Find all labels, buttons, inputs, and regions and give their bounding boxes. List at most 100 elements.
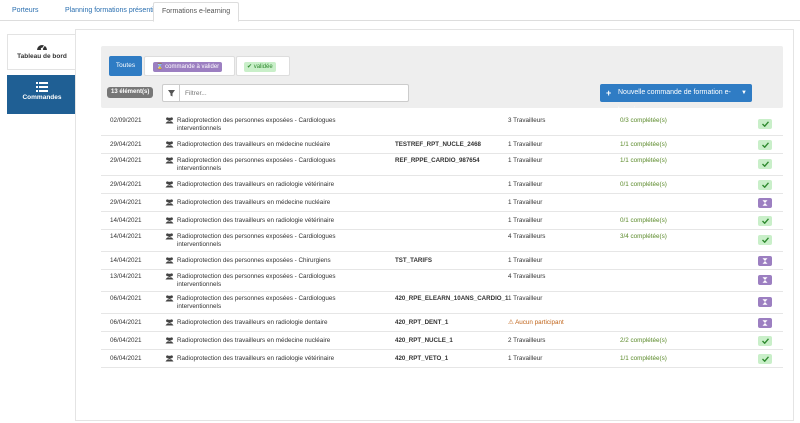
users-icon [165,233,174,242]
order-date: 14/04/2021 [110,257,142,264]
order-workers-label: 1 Travailleur [508,217,543,224]
order-workers-label: 3 Travailleurs [508,117,546,124]
orders-panel: Toutes ⌛ commande à valider ✔ validée 13… [75,29,794,421]
order-date: 14/04/2021 [110,233,142,240]
order-workers: 4 Travailleurs [508,273,545,280]
caret-down-icon[interactable]: ▼ [741,84,747,102]
check-icon: ✔ [247,64,253,70]
hourglass-icon [762,299,768,305]
table-row[interactable]: 02/09/2021 Radioprotection des personnes … [101,114,783,136]
users-icon [165,157,174,166]
order-reference: 420_RPT_DENT_1 [395,319,449,326]
table-row[interactable]: 29/04/2021 Radioprotection des travailleu… [101,176,783,194]
plus-icon: + [606,88,612,98]
search-field[interactable] [162,84,409,102]
table-row[interactable]: 29/04/2021 Radioprotection des travailleu… [101,136,783,154]
check-icon [761,182,769,188]
table-row[interactable]: 06/04/2021 Radioprotection des personnes … [101,292,783,314]
order-workers-label: 1 Travailleur [508,355,543,362]
status-pending-badge [758,275,772,285]
tab-formations-elearning[interactable]: Formations e-learning [153,2,240,22]
users-icon [165,319,174,328]
order-workers: 1 Travailleur [508,181,542,188]
order-title[interactable]: Radioprotection des travailleurs en radi… [177,181,362,189]
tab-porteurs[interactable]: Porteurs [4,2,46,21]
order-workers: 1 Travailleur [508,295,542,302]
order-progress: 3/4 complétée(s) [620,233,667,240]
order-workers: 4 Travailleurs [508,233,545,240]
table-row[interactable]: 14/04/2021 Radioprotection des personnes … [101,252,783,270]
order-title[interactable]: Radioprotection des personnes exposées -… [177,157,362,173]
sidebar-item-dashboard[interactable]: Tableau de bord [7,34,77,70]
hourglass-icon [762,320,768,326]
order-progress: 0/3 complétée(s) [620,117,667,124]
order-title[interactable]: Radioprotection des personnes exposées -… [177,295,362,311]
table-row[interactable]: 29/04/2021 Radioprotection des personnes … [101,154,783,176]
order-date: 29/04/2021 [110,157,142,164]
order-workers-label: 2 Travailleurs [508,337,546,344]
order-title[interactable]: Radioprotection des personnes exposées -… [177,117,362,133]
users-icon [165,217,174,226]
hourglass-icon [762,258,768,264]
table-row[interactable]: 13/04/2021 Radioprotection des personnes … [101,270,783,292]
order-progress: 0/1 complétée(s) [620,217,667,224]
top-tabs: Porteurs Planning formations présentiell… [0,0,800,22]
users-icon [165,337,174,346]
order-title[interactable]: Radioprotection des personnes exposées -… [177,233,362,249]
order-reference: 420_RPT_NUCLE_1 [395,337,453,344]
order-title[interactable]: Radioprotection des travailleurs en radi… [177,319,362,327]
order-workers-label: 1 Travailleur [508,199,543,206]
order-title[interactable]: Radioprotection des personnes exposées -… [177,257,362,265]
orders-list: 02/09/2021 Radioprotection des personnes … [101,114,783,368]
order-reference: TESTREF_RPT_NUCLE_2468 [395,141,481,148]
order-date: 06/04/2021 [110,337,142,344]
order-title[interactable]: Radioprotection des travailleurs en méde… [177,337,362,345]
filter-validated-button[interactable]: ✔ validée [236,56,290,76]
warning-icon: ⚠ [508,319,516,326]
order-progress: 1/1 complétée(s) [620,355,667,362]
status-validated-badge [758,216,772,226]
order-reference: TST_TARIFS [395,257,433,264]
check-icon [761,121,769,127]
status-validated-badge [758,354,772,364]
order-date: 02/09/2021 [110,117,142,124]
order-reference: 420_RPE_ELEARN_10ANS_CARDIO_1 [395,295,509,302]
users-icon [165,141,174,150]
status-pending-badge [758,198,772,208]
filter-pending-button[interactable]: ⌛ commande à valider [144,56,235,76]
table-row[interactable]: 29/04/2021 Radioprotection des travailleu… [101,194,783,212]
order-title[interactable]: Radioprotection des travailleurs en radi… [177,217,362,225]
order-progress: 2/2 complétée(s) [620,337,667,344]
order-date: 06/04/2021 [110,355,142,362]
check-icon [761,338,769,344]
check-icon [761,237,769,243]
table-row[interactable]: 06/04/2021 Radioprotection des travailleu… [101,350,783,368]
order-workers: 1 Travailleur [508,157,542,164]
status-validated-badge [758,235,772,245]
table-row[interactable]: 06/04/2021 Radioprotection des travailleu… [101,314,783,332]
users-icon [165,257,174,266]
filter-all-button[interactable]: Toutes [109,56,142,76]
users-icon [165,295,174,304]
order-progress: 1/1 complétée(s) [620,141,667,148]
order-workers: 1 Travailleur [508,199,542,206]
table-row[interactable]: 06/04/2021 Radioprotection des travailleu… [101,332,783,350]
order-title[interactable]: Radioprotection des personnes exposées -… [177,273,362,289]
search-input[interactable] [185,87,400,99]
table-row[interactable]: 14/04/2021 Radioprotection des travailleu… [101,212,783,230]
order-title[interactable]: Radioprotection des travailleurs en méde… [177,199,362,207]
sidebar-item-commandes[interactable]: Commandes [7,75,83,114]
order-date: 14/04/2021 [110,217,142,224]
order-title[interactable]: Radioprotection des travailleurs en méde… [177,141,362,149]
new-order-button[interactable]: + Nouvelle commande de formation e-learn… [600,84,752,114]
table-row[interactable]: 14/04/2021 Radioprotection des personnes … [101,230,783,252]
order-title[interactable]: Radioprotection des travailleurs en radi… [177,355,362,363]
order-reference: REF_RPPE_CARDIO_987654 [395,157,480,164]
users-icon [165,199,174,208]
users-icon [165,273,174,282]
order-workers-label: 1 Travailleur [508,181,543,188]
sidebar: Tableau de bord Commandes [7,34,83,119]
users-icon [165,355,174,364]
order-date: 06/04/2021 [110,295,142,302]
order-date: 06/04/2021 [110,319,142,326]
